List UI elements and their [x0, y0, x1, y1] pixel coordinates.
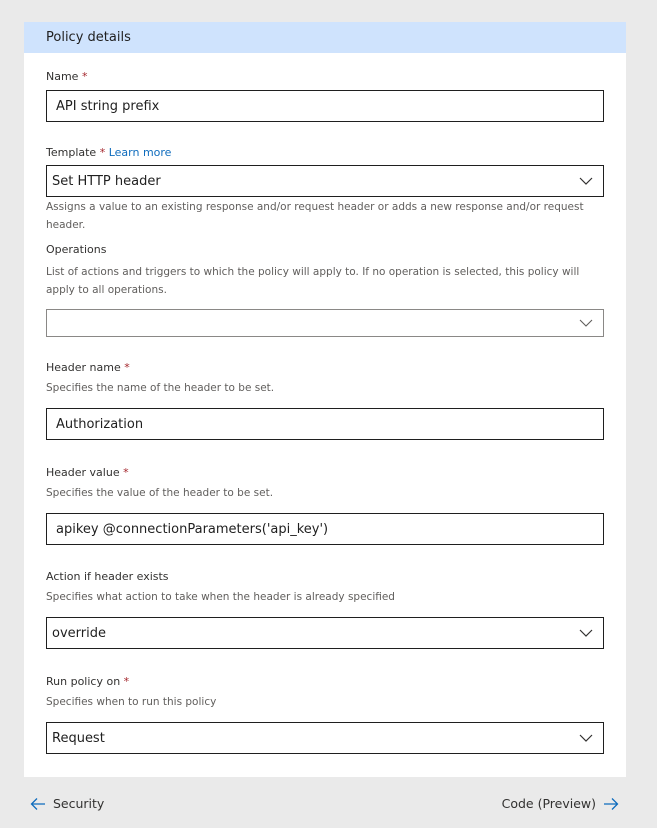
panel-title: Policy details	[46, 30, 131, 45]
action-if-exists-field-group: Action if header exists Specifies what a…	[46, 570, 604, 649]
header-value-input-value: apikey @connectionParameters('api_key')	[56, 521, 329, 537]
header-value-description: Specifies the value of the header to be …	[46, 487, 274, 499]
required-marker: *	[123, 466, 129, 479]
name-label-text: Name	[46, 70, 79, 83]
required-marker: *	[81, 70, 88, 83]
template-field-group: Template * Learn more Set HTTP header As…	[46, 146, 604, 234]
action-if-exists-label-text: Action if header exists	[46, 570, 169, 583]
header-name-label-text: Header name	[46, 361, 121, 374]
run-policy-on-label: Run policy on *	[46, 675, 604, 689]
header-value-field-group: Header value * Specifies the value of th…	[46, 466, 604, 545]
operations-label-text: Operations	[46, 243, 107, 256]
policy-details-panel: Policy details Name * API string prefix …	[24, 22, 626, 777]
header-value-label-text: Header value	[46, 466, 120, 479]
run-policy-on-field-group: Run policy on * Specifies when to run th…	[46, 675, 604, 754]
arrow-left-icon	[30, 797, 45, 810]
name-field-group: Name * API string prefix	[46, 70, 604, 122]
run-policy-on-label-text: Run policy on	[46, 675, 121, 688]
chevron-down-icon	[579, 319, 593, 327]
template-description: Assigns a value to an existing response …	[46, 201, 584, 231]
operations-field-group: Operations List of actions and triggers …	[46, 243, 604, 337]
chevron-down-icon	[579, 177, 593, 185]
action-if-exists-dropdown-value: override	[52, 625, 106, 641]
run-policy-on-description: Specifies when to run this policy	[46, 696, 217, 708]
next-label: Code (Preview)	[501, 796, 596, 811]
header-value-input[interactable]: apikey @connectionParameters('api_key')	[46, 513, 604, 545]
operations-description: List of actions and triggers to which th…	[46, 266, 580, 296]
action-if-exists-description: Specifies what action to take when the h…	[46, 591, 395, 603]
header-name-input-value: Authorization	[56, 416, 144, 432]
header-name-description: Specifies the name of the header to be s…	[46, 382, 275, 394]
header-value-label: Header value *	[46, 466, 604, 480]
action-if-exists-dropdown[interactable]: override	[46, 617, 604, 649]
template-label-text: Template	[46, 146, 97, 159]
header-name-label: Header name *	[46, 361, 604, 375]
operations-dropdown[interactable]	[46, 309, 604, 337]
template-label: Template * Learn more	[46, 146, 604, 160]
header-name-input[interactable]: Authorization	[46, 408, 604, 440]
template-dropdown-value: Set HTTP header	[52, 173, 161, 189]
name-label: Name *	[46, 70, 604, 84]
name-input[interactable]: API string prefix	[46, 90, 604, 122]
run-policy-on-dropdown[interactable]: Request	[46, 722, 604, 754]
required-marker: *	[99, 146, 106, 159]
chevron-down-icon	[579, 734, 593, 742]
panel-header: Policy details	[24, 22, 626, 53]
next-code-preview-link[interactable]: Code (Preview)	[502, 796, 619, 811]
learn-more-link[interactable]: Learn more	[109, 146, 172, 159]
operations-label: Operations	[46, 243, 604, 257]
template-dropdown[interactable]: Set HTTP header	[46, 165, 604, 197]
header-name-field-group: Header name * Specifies the name of the …	[46, 361, 604, 440]
chevron-down-icon	[579, 629, 593, 637]
required-marker: *	[123, 675, 130, 688]
back-security-link[interactable]: Security	[30, 796, 104, 811]
arrow-right-icon	[604, 797, 619, 810]
back-label: Security	[53, 796, 105, 811]
required-marker: *	[124, 361, 130, 374]
action-if-exists-label: Action if header exists	[46, 570, 604, 584]
name-input-value: API string prefix	[56, 98, 160, 114]
run-policy-on-dropdown-value: Request	[52, 730, 105, 746]
